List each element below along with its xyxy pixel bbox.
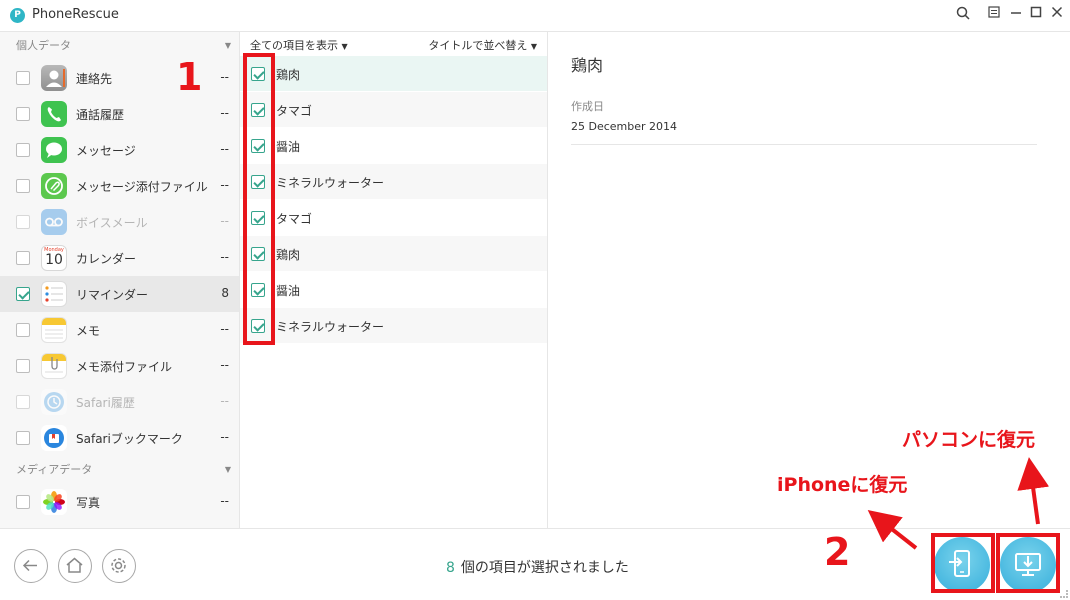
arrow-to-pc-label [1017, 457, 1050, 525]
annotation-arrows [867, 457, 1050, 550]
arrow-to-iphone-label [867, 510, 918, 550]
